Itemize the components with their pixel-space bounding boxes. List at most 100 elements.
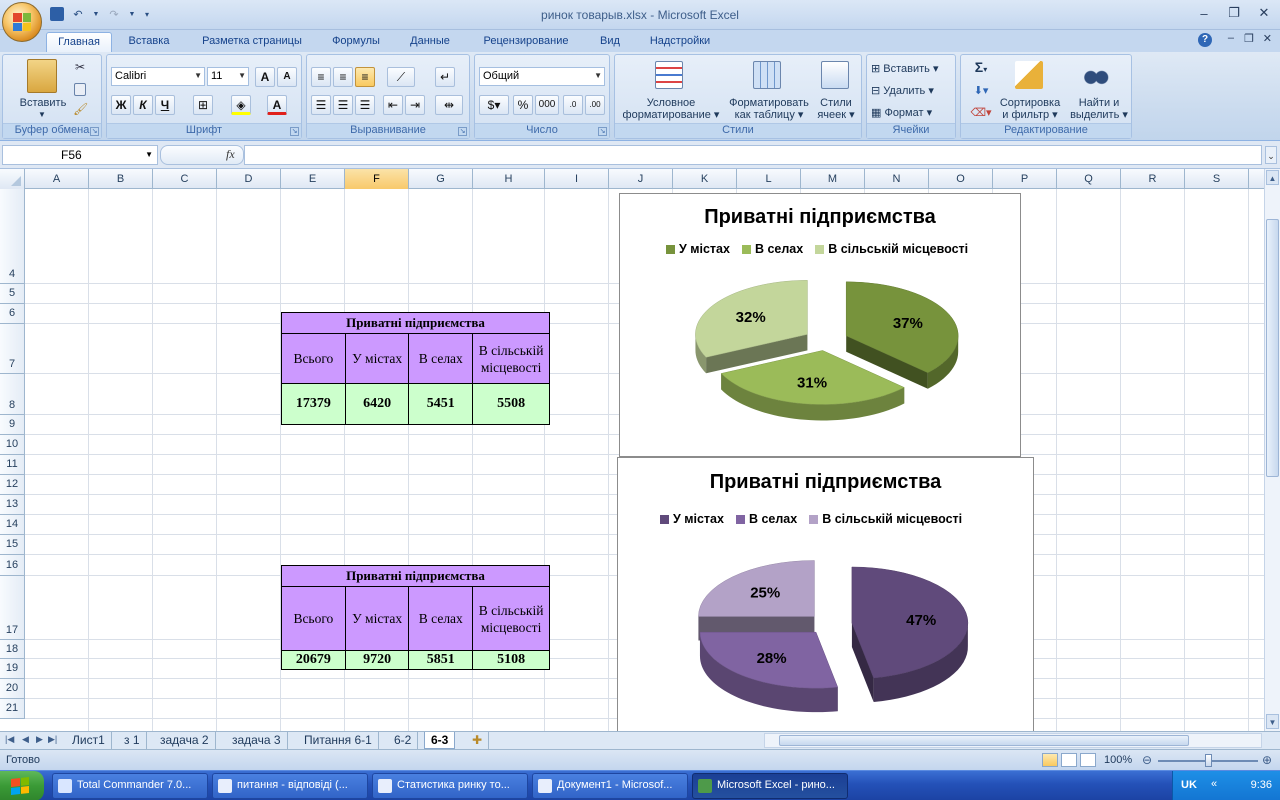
decrease-indent-icon[interactable]: ⇤ bbox=[383, 95, 403, 115]
table-value-cell[interactable]: 20679 bbox=[281, 650, 346, 670]
number-launcher-icon[interactable]: ↘ bbox=[598, 127, 607, 136]
scroll-down-icon[interactable]: ▼ bbox=[1266, 714, 1279, 729]
table-value-cell[interactable]: 5508 bbox=[472, 383, 550, 425]
increase-indent-icon[interactable]: ⇥ bbox=[405, 95, 425, 115]
table-header-cell[interactable]: У містах bbox=[344, 586, 410, 651]
table-header-cell[interactable]: Всього bbox=[281, 586, 346, 651]
close-button[interactable]: ✕ bbox=[1252, 4, 1276, 22]
column-header-l[interactable]: L bbox=[737, 169, 801, 189]
borders-icon[interactable]: ⊞ bbox=[193, 95, 213, 115]
office-button[interactable] bbox=[2, 2, 42, 42]
worksheet-grid[interactable]: ABCDEFGHIJKLMNOPQRS 4 5 6 7 8 9 10 11 12 13 14 15 16… bbox=[0, 169, 1264, 731]
tab-formulas[interactable]: Формулы bbox=[322, 32, 390, 52]
font-name-combo[interactable]: Calibri ▼ bbox=[111, 67, 205, 86]
column-header-j[interactable]: J bbox=[609, 169, 673, 189]
paste-dropdown-icon[interactable]: ▼ bbox=[37, 109, 47, 121]
table-title[interactable]: Приватні підприємства bbox=[281, 565, 550, 587]
ribbon-restore-icon[interactable]: ❐ bbox=[1244, 32, 1254, 45]
prev-sheet-icon[interactable]: ◀ bbox=[22, 734, 29, 745]
column-header-n[interactable]: N bbox=[865, 169, 929, 189]
row-header-12[interactable]: 12 bbox=[0, 475, 25, 495]
find-select-button[interactable]: Найти и выделить ▾ bbox=[1067, 97, 1131, 121]
row-header-18[interactable]: 18 bbox=[0, 640, 25, 659]
tab-insert[interactable]: Вставка bbox=[118, 32, 180, 52]
row-header-9[interactable]: 9 bbox=[0, 415, 25, 435]
first-sheet-icon[interactable]: |◀ bbox=[5, 734, 14, 745]
row-header-7[interactable]: 7 bbox=[0, 324, 25, 374]
pie-data-label[interactable]: 31% bbox=[797, 374, 827, 391]
row-header-8[interactable]: 8 bbox=[0, 374, 25, 415]
row-header-11[interactable]: 11 bbox=[0, 455, 25, 475]
column-header-s[interactable]: S bbox=[1185, 169, 1249, 189]
sheet-tab-active[interactable]: 6-3 bbox=[424, 732, 456, 749]
merge-center-icon[interactable]: ⇹ bbox=[435, 95, 463, 115]
pie-data-label[interactable]: 47% bbox=[906, 612, 936, 629]
next-sheet-icon[interactable]: ▶ bbox=[36, 734, 43, 745]
row-header-16[interactable]: 16 bbox=[0, 555, 25, 576]
thousands-button[interactable]: 000 bbox=[535, 95, 559, 115]
help-icon[interactable]: ? bbox=[1198, 33, 1212, 47]
cell-styles-button[interactable]: Стили ячеек ▾ bbox=[813, 97, 859, 121]
paste-icon[interactable] bbox=[27, 59, 57, 93]
taskbar-item-active[interactable]: Microsoft Excel - рино... bbox=[692, 773, 848, 799]
language-indicator[interactable]: UK bbox=[1181, 779, 1197, 791]
row-header-10[interactable]: 10 bbox=[0, 435, 25, 455]
formula-input[interactable] bbox=[244, 145, 1262, 165]
pie-data-label[interactable]: 28% bbox=[757, 650, 787, 667]
fill-color-icon[interactable]: ◈ bbox=[231, 95, 251, 115]
table-value-cell[interactable]: 5108 bbox=[472, 650, 550, 670]
table-header-cell[interactable]: В селах bbox=[408, 586, 474, 651]
zoom-in-icon[interactable]: ⊕ bbox=[1262, 753, 1272, 767]
pie-chart-2[interactable]: Приватні підприємства У містах В селах В… bbox=[617, 457, 1034, 731]
tab-view[interactable]: Вид bbox=[590, 32, 630, 52]
pie-slice-2[interactable] bbox=[699, 631, 839, 713]
zoom-slider-thumb[interactable] bbox=[1205, 754, 1212, 767]
scroll-up-icon[interactable]: ▲ bbox=[1266, 170, 1279, 185]
table-value-cell[interactable]: 5451 bbox=[408, 383, 474, 425]
expand-formula-bar-icon[interactable]: ⌄ bbox=[1265, 146, 1277, 164]
normal-view-icon[interactable] bbox=[1042, 753, 1058, 767]
column-header-g[interactable]: G bbox=[409, 169, 473, 189]
taskbar-item[interactable]: Total Commander 7.0... bbox=[52, 773, 208, 799]
last-sheet-icon[interactable]: ▶| bbox=[48, 734, 57, 745]
start-button[interactable] bbox=[0, 771, 44, 800]
tab-page-layout[interactable]: Разметка страницы bbox=[190, 32, 314, 52]
tab-home[interactable]: Главная bbox=[46, 32, 112, 52]
name-box[interactable]: F56 ▼ bbox=[2, 145, 158, 165]
increase-decimal-icon[interactable]: .0 bbox=[563, 95, 583, 115]
font-launcher-icon[interactable]: ↘ bbox=[290, 127, 299, 136]
column-header-h[interactable]: H bbox=[473, 169, 545, 189]
align-center-icon[interactable]: ☰ bbox=[333, 95, 353, 115]
align-left-icon[interactable]: ☰ bbox=[311, 95, 331, 115]
table-header-cell[interactable]: В сільській місцевості bbox=[472, 586, 550, 651]
table-value-cell[interactable]: 6420 bbox=[344, 383, 410, 425]
table-header-cell[interactable]: Всього bbox=[281, 333, 346, 384]
percent-button[interactable]: % bbox=[513, 95, 533, 115]
vertical-scrollbar[interactable]: ▲ ▼ bbox=[1264, 169, 1280, 731]
minimize-button[interactable]: – bbox=[1192, 4, 1216, 22]
row-header-13[interactable]: 13 bbox=[0, 495, 25, 515]
ribbon-minimize-icon[interactable]: – bbox=[1228, 32, 1234, 44]
pie-chart-1[interactable]: Приватні підприємства У містах В селах В… bbox=[619, 193, 1021, 457]
table-value-cell[interactable]: 17379 bbox=[281, 383, 346, 425]
sort-filter-button[interactable]: Сортировка и фильтр ▾ bbox=[995, 97, 1065, 121]
sheet-tab[interactable]: задача 2 bbox=[154, 732, 216, 749]
align-right-icon[interactable]: ☰ bbox=[355, 95, 375, 115]
font-color-icon[interactable]: A bbox=[267, 95, 287, 115]
wrap-text-icon[interactable]: ↵ bbox=[435, 67, 455, 87]
zoom-level[interactable]: 100% bbox=[1104, 754, 1132, 766]
cut-icon[interactable]: ✂ bbox=[73, 61, 87, 73]
row-header-17[interactable]: 17 bbox=[0, 576, 25, 640]
currency-icon[interactable]: $▾ bbox=[479, 95, 509, 115]
table-value-cell[interactable]: 5851 bbox=[408, 650, 474, 670]
row-header-15[interactable]: 15 bbox=[0, 535, 25, 555]
row-header-5[interactable]: 5 bbox=[0, 284, 25, 304]
format-cells-button[interactable]: ▦ Формат ▾ bbox=[871, 107, 955, 119]
orientation-icon[interactable]: ⟋ bbox=[387, 67, 415, 87]
table-header-cell[interactable]: В селах bbox=[408, 333, 474, 384]
column-header-o[interactable]: O bbox=[929, 169, 993, 189]
sheet-tab[interactable]: Лист1 bbox=[66, 732, 112, 749]
column-header-r[interactable]: R bbox=[1121, 169, 1185, 189]
tab-data[interactable]: Данные bbox=[398, 32, 462, 52]
page-layout-view-icon[interactable] bbox=[1061, 753, 1077, 767]
